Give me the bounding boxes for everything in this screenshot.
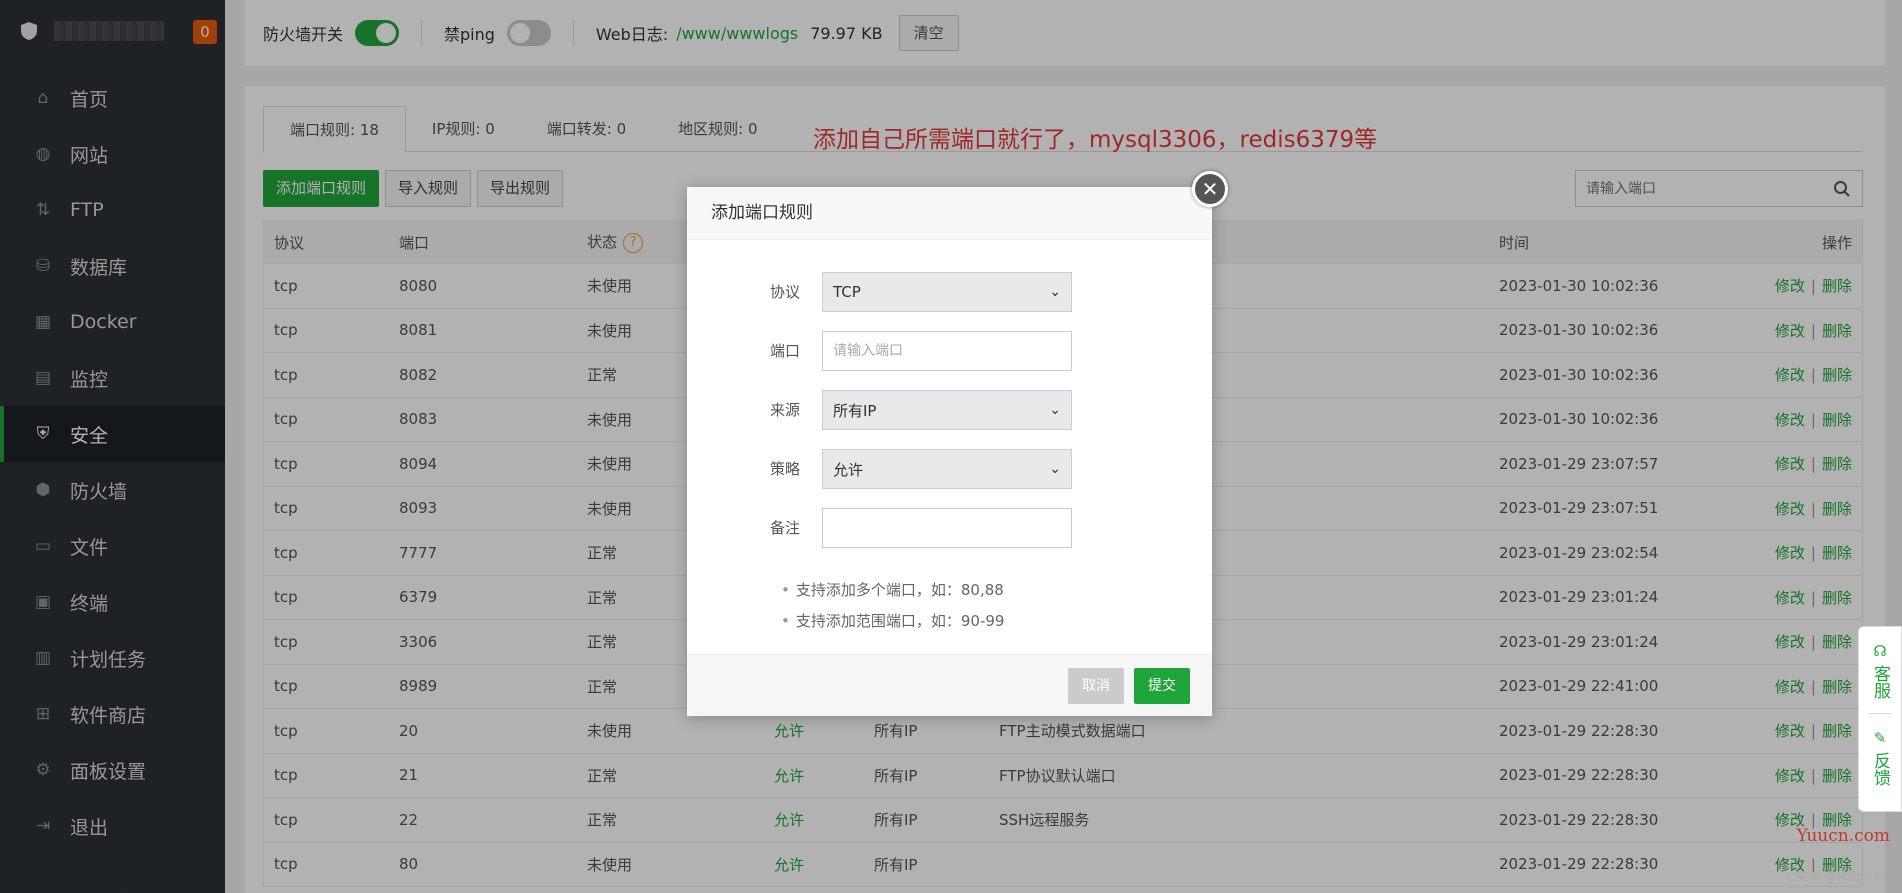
protocol-label: 协议 xyxy=(769,283,800,301)
feedback-button[interactable]: ✎ 反馈 xyxy=(1870,728,1890,786)
customer-service-label: 客服 xyxy=(1870,665,1890,699)
credit-text: CSDN @Mast514 xyxy=(1786,870,1888,884)
protocol-row: 协议 TCP ⌄ xyxy=(687,272,1212,331)
chevron-down-icon: ⌄ xyxy=(1049,461,1061,477)
cancel-button[interactable]: 取消 xyxy=(1068,667,1124,704)
dialog-footer: 取消 提交 xyxy=(687,654,1212,716)
tip-port-range: 支持添加范围端口，如：90-99 xyxy=(781,606,1212,637)
port-label: 端口 xyxy=(769,342,800,360)
source-value: 所有IP xyxy=(833,401,877,420)
watermark: Yuucn.com xyxy=(1796,826,1890,846)
feedback-label: 反馈 xyxy=(1870,752,1890,786)
headset-icon: ☊ xyxy=(1873,642,1887,660)
chevron-down-icon: ⌄ xyxy=(1049,284,1061,300)
form-tips: 支持添加多个端口，如：80,88 支持添加范围端口，如：90-99 xyxy=(687,575,1212,637)
divider xyxy=(1868,713,1892,714)
rule-form: 协议 TCP ⌄ 端口 请输入端口 来源 所有IP ⌄ 策略 允许 ⌄ 备注 •… xyxy=(687,240,1212,637)
port-input[interactable]: 请输入端口 xyxy=(822,331,1072,371)
close-icon[interactable]: ✕ xyxy=(1192,171,1228,207)
chevron-down-icon: ⌄ xyxy=(1049,402,1061,418)
port-row: 端口 请输入端口 xyxy=(687,331,1212,390)
note-input[interactable] xyxy=(822,508,1072,548)
tip-multiple-ports: 支持添加多个端口，如：80,88 xyxy=(781,575,1212,606)
protocol-select[interactable]: TCP ⌄ xyxy=(822,272,1072,312)
note-row: 备注 xyxy=(687,508,1212,567)
protocol-value: TCP xyxy=(833,283,861,301)
note-label: 备注 xyxy=(769,519,800,537)
policy-row: 策略 允许 ⌄ xyxy=(687,449,1212,508)
policy-select[interactable]: 允许 ⌄ xyxy=(822,449,1072,489)
dialog-title: 添加端口规则 xyxy=(687,187,1212,240)
floating-help-panel: ☊ 客服 ✎ 反馈 xyxy=(1858,626,1902,812)
submit-button[interactable]: 提交 xyxy=(1134,667,1190,704)
source-row: 来源 所有IP ⌄ xyxy=(687,390,1212,449)
source-select[interactable]: 所有IP ⌄ xyxy=(822,390,1072,430)
source-label: 来源 xyxy=(769,401,800,419)
edit-icon: ✎ xyxy=(1873,729,1887,747)
policy-label: 策略 xyxy=(769,460,800,478)
policy-value: 允许 xyxy=(833,460,864,479)
customer-service-button[interactable]: ☊ 客服 xyxy=(1870,641,1890,699)
add-port-rule-dialog: 添加端口规则 ✕ 协议 TCP ⌄ 端口 请输入端口 来源 所有IP ⌄ 策略 … xyxy=(687,171,1228,716)
